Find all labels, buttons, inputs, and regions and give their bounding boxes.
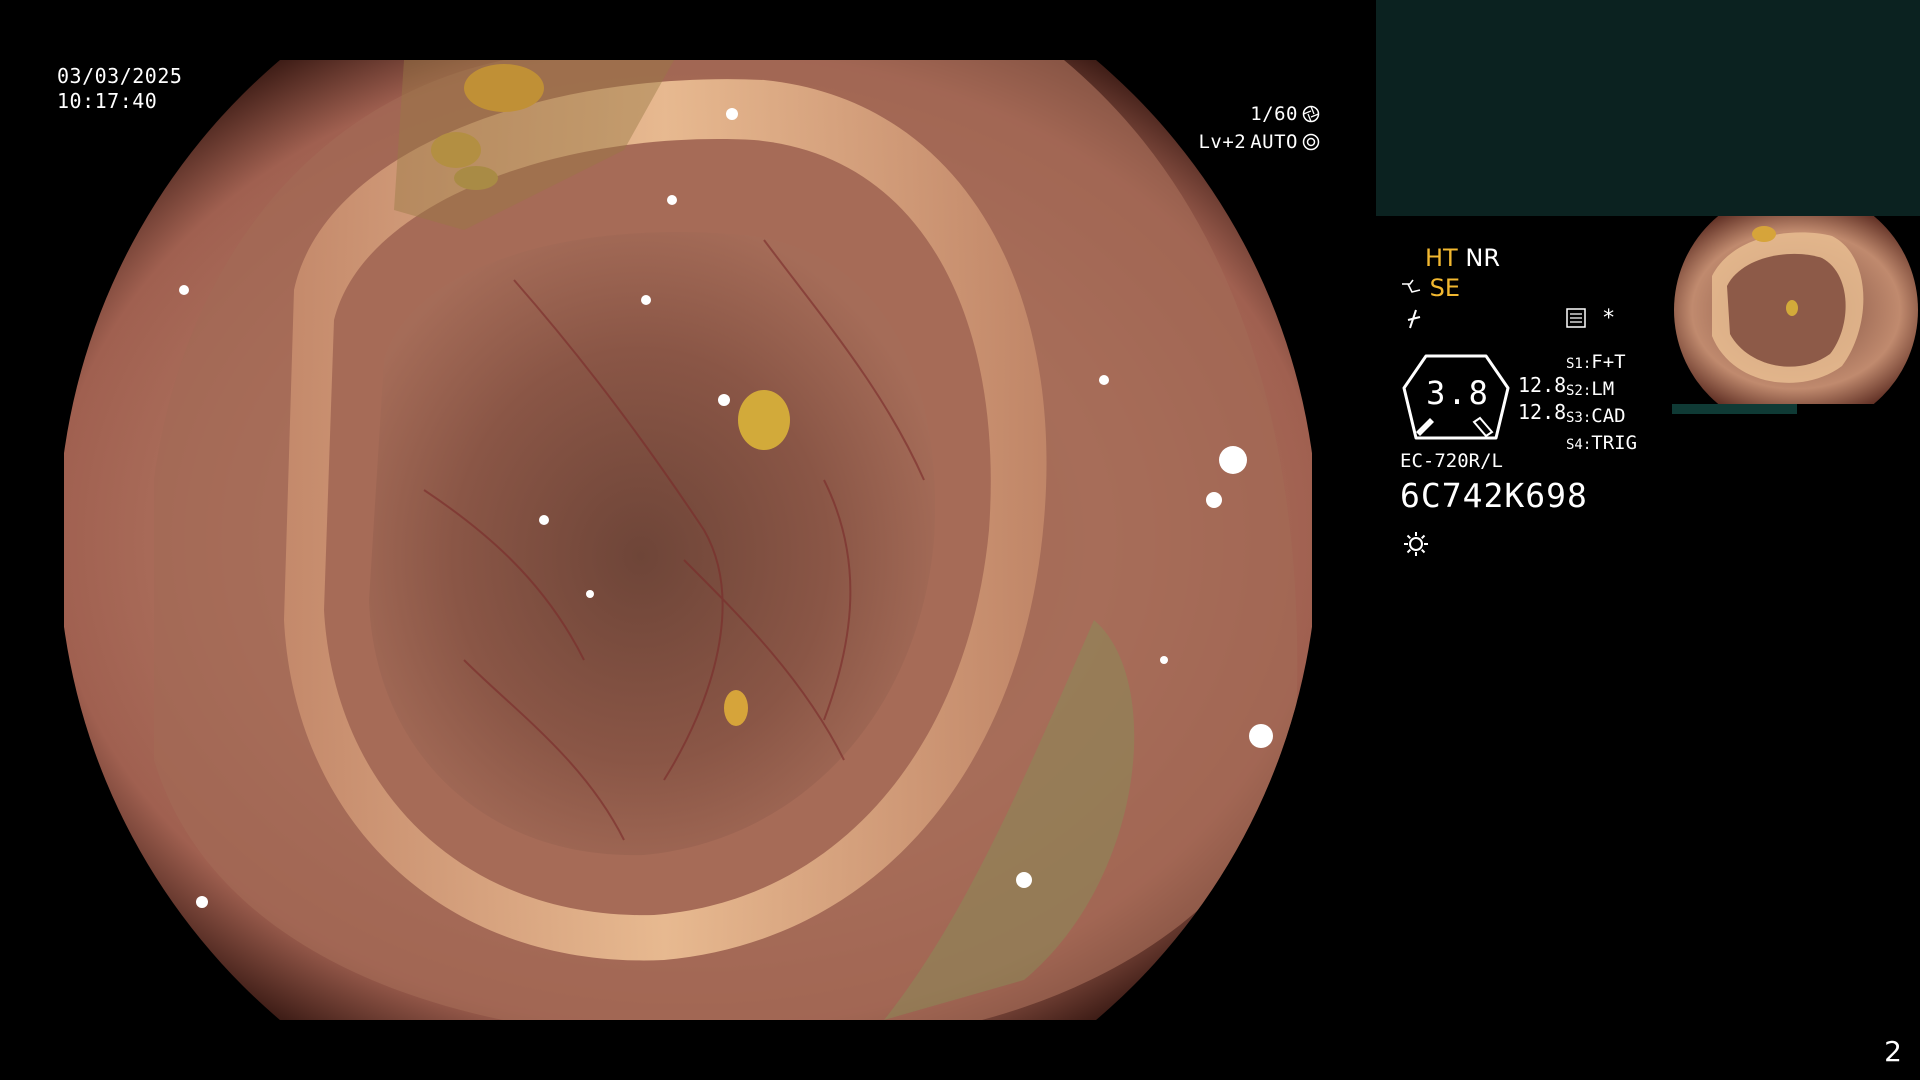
switch-value: LM [1591,378,1615,400]
endoscope-view [64,60,1312,1020]
memory-asterisk: * [1602,306,1616,331]
shutter-text: 1/60 [1250,103,1298,125]
shutter-icon [1302,105,1320,123]
enhancement-status: HT NR [1425,243,1500,273]
page-number: 2 [1884,1035,1902,1068]
switch-key: S1: [1566,356,1592,372]
nr-label: NR [1465,244,1500,272]
scope-serial: 6C742K698 [1400,476,1588,515]
structure-status: SE [1400,273,1460,303]
datetime-readout: 03/03/2025 10:17:40 [57,64,182,114]
dual-values: 12.8 12.8 [1518,372,1566,426]
switch-row: S3:CAD [1566,404,1637,431]
iris-icon [1302,133,1320,151]
dial-value: 3.8 [1426,374,1490,412]
switch-row: S1:F+T [1566,350,1637,377]
thumbnail-image [1672,216,1920,404]
dual-value-1: 12.8 [1518,373,1567,397]
structure-icon [1402,279,1421,293]
switch-assignments: S1:F+T S2:LM S3:CAD S4:TRIG [1566,350,1637,458]
secondary-display-panel [1376,0,1920,216]
time-text: 10:17:40 [57,89,158,113]
switch-value: F+T [1591,351,1626,373]
iris-mode-text: AUTO [1250,131,1298,153]
thumbnail-bar [1672,404,1797,414]
exposure-readout: 1/60 Lv+2 AUTO [1198,100,1320,156]
switch-row: S2:LM [1566,377,1637,404]
switch-key: S3: [1566,410,1592,426]
se-label: SE [1429,274,1461,302]
switch-key: S4: [1566,437,1592,453]
dual-value-2: 12.8 [1518,400,1567,424]
switch-key: S2: [1566,383,1592,399]
switch-row: S4:TRIG [1566,431,1637,458]
memory-icon [1566,308,1586,328]
switch-value: CAD [1591,405,1626,427]
ht-label: HT [1425,244,1458,272]
scope-model: EC-720R/L [1400,450,1503,472]
function-icon [1407,309,1421,329]
switch-value: TRIG [1591,432,1638,454]
date-text: 03/03/2025 [57,64,183,88]
light-icon [1404,532,1428,556]
level-text: Lv+2 [1198,131,1247,153]
